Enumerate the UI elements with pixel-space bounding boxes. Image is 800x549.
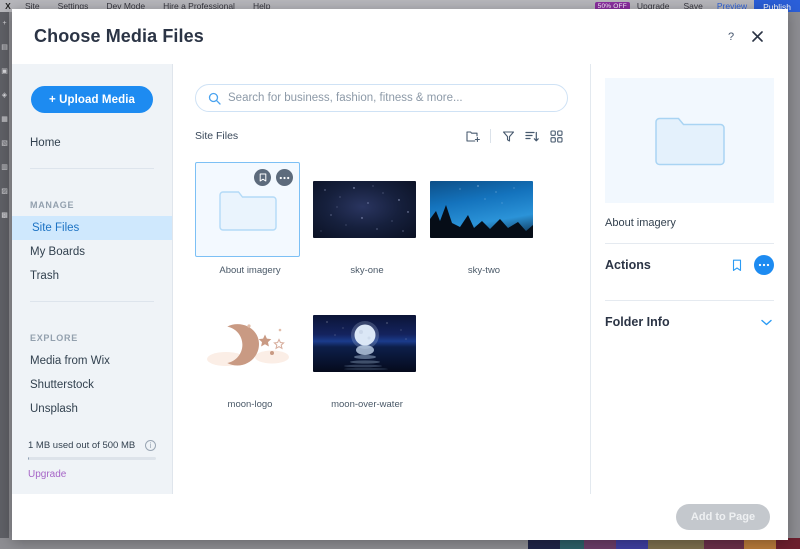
toolbar-separator (490, 129, 491, 143)
actions-row: Actions (605, 244, 774, 286)
dialog-body: + Upload Media Home MANAGE Site Files My… (12, 64, 788, 494)
rail-bookings-icon[interactable]: ▩ (0, 204, 9, 228)
search-icon (208, 92, 221, 105)
svg-text:?: ? (728, 31, 734, 43)
thumbnail-image (430, 181, 533, 238)
sidebar-item-label-unsplash: Unsplash (30, 403, 78, 415)
file-caption: sky-two (467, 265, 501, 276)
file-grid: About imagery sky-one sky-two moon-logo … (173, 146, 590, 494)
add-to-page-button[interactable]: Add to Page (676, 504, 770, 530)
sidebar-item-shutterstock[interactable]: Shutterstock (12, 373, 172, 397)
storage-progress-fill (28, 457, 30, 460)
folder-icon (654, 117, 725, 165)
folder-info-row[interactable]: Folder Info (605, 301, 774, 343)
file-caption: moon-over-water (331, 399, 403, 410)
sidebar-divider-1 (30, 168, 154, 169)
folder-plus-icon[interactable] (461, 125, 485, 147)
file-item-sky-one[interactable]: sky-one (312, 162, 422, 276)
upgrade-link[interactable]: Upgrade (28, 469, 156, 480)
editor-left-toolbar: + ▤ ▣ ◈ ▦ ▧ ▥ ▨ ▩ (0, 12, 9, 549)
rail-apps-icon[interactable]: ▦ (0, 108, 9, 132)
sidebar-item-trash[interactable]: Trash (12, 264, 172, 288)
sidebar-group-explore: EXPLORE Media from Wix Shutterstock Unsp… (12, 333, 172, 421)
dialog-footer: Add to Page (12, 494, 788, 540)
search-wrap (173, 64, 590, 112)
file-item-moon-over-water[interactable]: moon-over-water (312, 296, 422, 410)
upload-media-button[interactable]: + Upload Media (31, 86, 153, 113)
thumbnail-sky-two[interactable] (429, 162, 534, 257)
sidebar-home-section: Home (12, 131, 172, 155)
folder-icon (218, 190, 277, 231)
close-icon[interactable] (744, 24, 770, 50)
thumbnail-image (313, 181, 416, 238)
bookmark-icon[interactable] (728, 256, 746, 274)
content-toolbar: Site Files (173, 112, 590, 146)
thumbnail-folder[interactable] (195, 162, 300, 257)
sidebar-item-label-my-boards: My Boards (30, 246, 85, 258)
details-panel: About imagery Actions Folder Info (591, 64, 788, 494)
sidebar-group-manage: MANAGE Site Files My Boards Trash (12, 200, 172, 288)
sidebar-item-label-media-from-wix: Media from Wix (30, 355, 110, 367)
sidebar-divider-2 (30, 301, 154, 302)
info-icon[interactable]: i (145, 440, 156, 451)
sidebar-item-label-site-files: Site Files (32, 222, 80, 234)
bookmark-icon[interactable] (254, 169, 271, 186)
rail-add-icon[interactable]: + (0, 12, 9, 36)
chevron-down-icon[interactable] (758, 314, 774, 330)
grid-view-icon[interactable] (544, 125, 568, 147)
sidebar-item-label-home: Home (30, 137, 61, 149)
sidebar-group-title-manage: MANAGE (30, 200, 75, 210)
storage-usage-text: 1 MB used out of 500 MB (28, 440, 136, 451)
storage-progress-bar (28, 457, 156, 460)
thumbnail-moon-over-water[interactable] (312, 296, 417, 391)
sidebar-item-site-files[interactable]: Site Files (12, 216, 172, 240)
main-content: Site Files (173, 64, 591, 494)
sidebar: + Upload Media Home MANAGE Site Files My… (12, 64, 173, 494)
preview-file-name: About imagery (605, 217, 676, 229)
storage-block: 1 MB used out of 500 MB i Upgrade (12, 440, 172, 494)
file-caption: moon-logo (227, 399, 273, 410)
ellipsis-icon[interactable] (276, 169, 293, 186)
actions-label: Actions (605, 258, 651, 272)
file-caption: sky-one (350, 265, 384, 276)
page-title: Choose Media Files (34, 26, 204, 46)
thumbnail-moon-logo[interactable] (195, 296, 300, 391)
search-box[interactable] (195, 84, 568, 112)
thumbnail-image (313, 315, 416, 372)
filter-icon[interactable] (496, 125, 520, 147)
moon-logo-image (206, 323, 289, 366)
thumbnail-sky-one[interactable] (312, 162, 417, 257)
folder-info-label: Folder Info (605, 315, 670, 329)
rail-media-icon[interactable]: ▧ (0, 132, 9, 156)
rail-add-elements-icon[interactable]: ◈ (0, 84, 9, 108)
file-item-about-imagery[interactable]: About imagery (195, 162, 305, 276)
choose-media-files-dialog: Choose Media Files ? + Upload Media Home (12, 9, 788, 540)
breadcrumb[interactable]: Site Files (195, 130, 238, 142)
sidebar-group-title-explore: EXPLORE (30, 333, 78, 343)
sidebar-item-unsplash[interactable]: Unsplash (12, 397, 172, 421)
help-icon[interactable]: ? (718, 24, 744, 50)
preview-thumbnail (605, 78, 774, 203)
storage-row: 1 MB used out of 500 MB i (28, 440, 156, 451)
sidebar-item-home[interactable]: Home (12, 131, 172, 155)
sidebar-item-label-trash: Trash (30, 270, 59, 282)
rail-store-icon[interactable]: ▨ (0, 180, 9, 204)
sidebar-item-media-from-wix[interactable]: Media from Wix (12, 349, 172, 373)
file-item-moon-logo[interactable]: moon-logo (195, 296, 305, 410)
rail-pages-icon[interactable]: ▤ (0, 36, 9, 60)
dialog-header: Choose Media Files ? (12, 9, 788, 64)
sidebar-item-label-shutterstock: Shutterstock (30, 379, 94, 391)
rail-blog-icon[interactable]: ▥ (0, 156, 9, 180)
rail-background-icon[interactable]: ▣ (0, 60, 9, 84)
file-caption: About imagery (219, 265, 281, 276)
file-item-sky-two[interactable]: sky-two (429, 162, 539, 276)
sort-descending-icon[interactable] (520, 125, 544, 147)
search-input[interactable] (228, 92, 555, 104)
ellipsis-icon[interactable] (754, 255, 774, 275)
sidebar-item-my-boards[interactable]: My Boards (12, 240, 172, 264)
editor-background: X Site Settings Dev Mode Hire a Professi… (0, 0, 800, 549)
thumbnail-overlay-actions (254, 169, 293, 186)
